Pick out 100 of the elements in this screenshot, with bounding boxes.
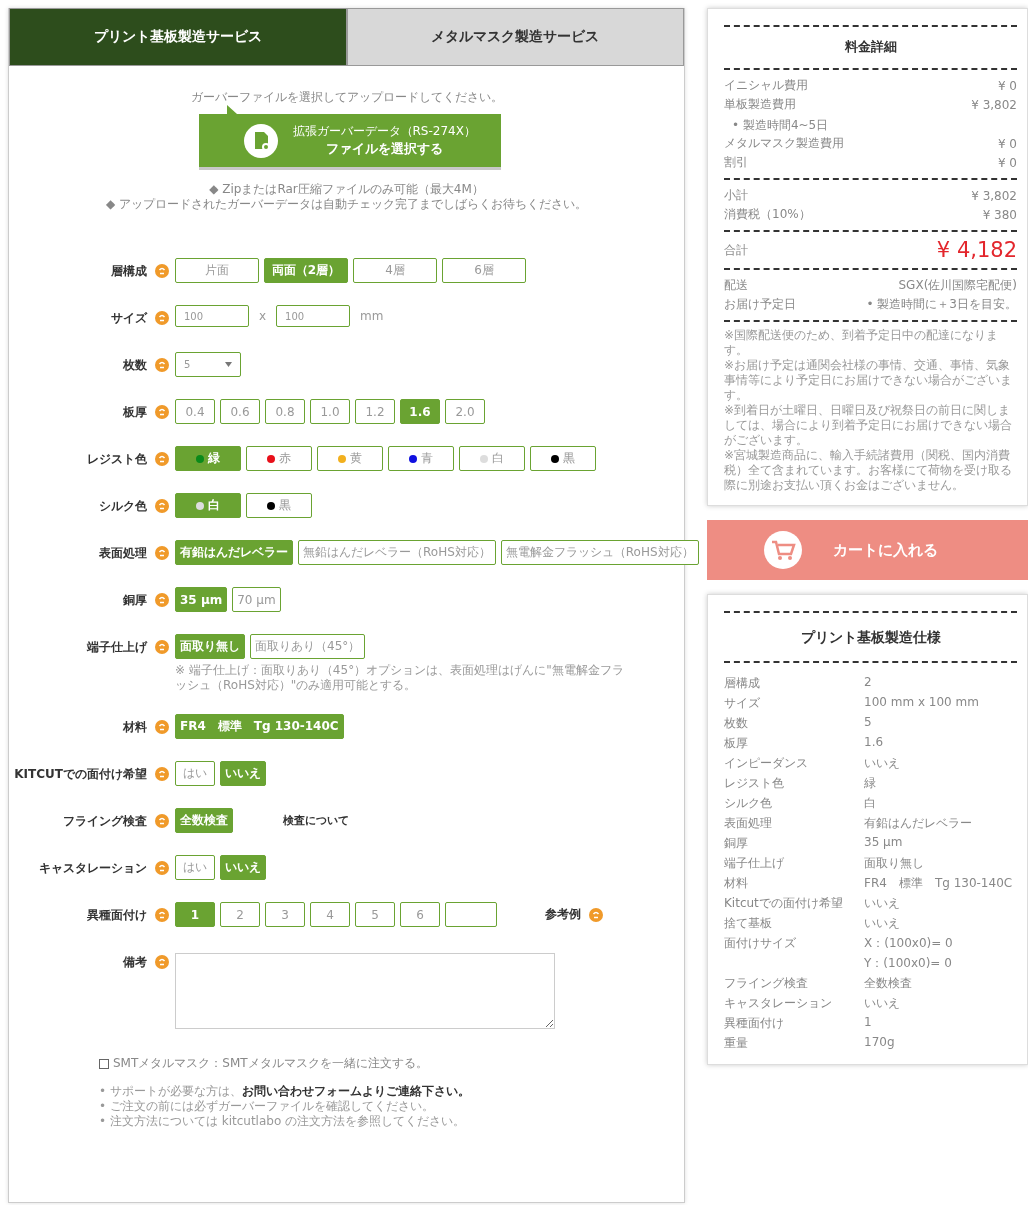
option-button[interactable]: 両面（2層）: [264, 258, 348, 283]
option-button[interactable]: いいえ: [220, 855, 266, 880]
spec-label: 重量: [724, 1035, 749, 1052]
option-button[interactable]: 1.0: [310, 399, 350, 424]
card-title: プリント基板製造仕様: [799, 629, 942, 647]
field-label: 枚数: [123, 356, 147, 374]
help-icon[interactable]: [155, 955, 169, 969]
option-button[interactable]: 白: [175, 493, 241, 518]
option-button[interactable]: 2.0: [445, 399, 485, 424]
reference-label: 参考例: [545, 906, 581, 923]
option-button[interactable]: 0.6: [220, 399, 260, 424]
option-button[interactable]: 赤: [246, 446, 312, 471]
option-button[interactable]: 6層: [442, 258, 526, 283]
spec-label: 端子仕上げ: [724, 855, 785, 872]
help-icon[interactable]: [155, 499, 169, 513]
spec-value: 100 mm x 100 mm: [864, 695, 980, 711]
option-button[interactable]: FR4 標準 Tg 130-140C: [175, 714, 344, 739]
spec-value: X：(100x0)= 0: [864, 935, 954, 952]
option-button[interactable]: 0.4: [175, 399, 215, 424]
field-label: 層構成: [111, 262, 147, 280]
option-button[interactable]: はい: [175, 855, 215, 880]
option-button[interactable]: 片面: [175, 258, 259, 283]
service-tab[interactable]: メタルマスク製造サービス: [346, 8, 684, 66]
help-icon[interactable]: [155, 405, 169, 419]
spec-label: 銅厚: [724, 835, 749, 852]
help-icon[interactable]: [589, 907, 603, 922]
help-icon[interactable]: [155, 546, 169, 560]
custom-count-field[interactable]: [445, 902, 497, 927]
option-button[interactable]: 1.6: [400, 399, 440, 424]
help-icon[interactable]: [155, 264, 169, 278]
spec-value: いいえ: [864, 995, 901, 1012]
option-button[interactable]: 青: [388, 446, 454, 471]
spec-value: いいえ: [864, 915, 901, 932]
option-button[interactable]: 5: [355, 902, 395, 927]
option-button[interactable]: 無鉛はんだレベラー（RoHS対応）: [298, 540, 496, 565]
spec-value: 緑: [864, 775, 877, 792]
spec-label: シルク色: [724, 795, 773, 812]
width-field[interactable]: 100: [175, 305, 249, 327]
option-button[interactable]: 面取り無し: [175, 634, 245, 659]
help-icon[interactable]: [155, 452, 169, 466]
option-button[interactable]: 3: [265, 902, 305, 927]
option-button[interactable]: はい: [175, 761, 215, 786]
option-button[interactable]: 1.2: [355, 399, 395, 424]
option-button[interactable]: 0.8: [265, 399, 305, 424]
height-field[interactable]: 100: [276, 305, 351, 327]
option-button[interactable]: 面取りあり（45°）: [250, 634, 366, 659]
option-button[interactable]: 1: [175, 902, 215, 927]
smt-checkbox[interactable]: SMTメタルマスク：SMTメタルマスクを一緒に注文する。: [99, 1055, 684, 1072]
spec-label: 枚数: [724, 715, 749, 732]
option-button[interactable]: 6: [400, 902, 440, 927]
spec-label: 層構成: [724, 675, 761, 692]
spec-value: 170g: [864, 1035, 896, 1051]
help-icon[interactable]: [155, 814, 169, 828]
help-icon[interactable]: [155, 358, 169, 372]
inspection-link[interactable]: 検査について: [283, 813, 349, 828]
remarks-field[interactable]: [175, 953, 555, 1029]
option-button[interactable]: 全数検査: [175, 808, 233, 833]
option-button[interactable]: 2: [220, 902, 260, 927]
option-button[interactable]: 無電解金フラッシュ（RoHS対応）: [500, 540, 699, 565]
help-icon[interactable]: [155, 311, 169, 325]
price-value: • 製造時間に＋3日を目安。: [866, 296, 1017, 313]
note-text: ※ 端子仕上げ：面取りあり（45°）オプションは、表面処理はげんに"無電解金フラッシュ（RoHS対応）"のみ適用可能とする。: [175, 663, 625, 693]
spec-value: 白: [864, 795, 877, 812]
times-sign: x: [259, 309, 267, 323]
help-icon[interactable]: [155, 593, 169, 607]
info-item: • ご注文の前には必ずガーバーファイルを確認してください。: [99, 1099, 435, 1114]
price-note: ※国際配送便のため、到着予定日中の配達になります。: [724, 328, 1000, 358]
option-button[interactable]: 70 μm: [232, 587, 281, 612]
spec-label: 異種面付け: [724, 1015, 785, 1032]
option-button[interactable]: 有鉛はんだレベラー: [175, 540, 293, 565]
spec-label: 面付けサイズ: [724, 935, 797, 952]
option-button[interactable]: 黒: [246, 493, 312, 518]
field-label: 表面処理: [99, 544, 147, 562]
option-button[interactable]: 4層: [353, 258, 437, 283]
quantity-select[interactable]: 5: [175, 352, 241, 377]
option-button[interactable]: 緑: [175, 446, 241, 471]
price-note: ※宮城製造商品に、輸入手続諸費用（関税、国内消費税）全て含まれています。お客様にて荷物を受け取る際に別途お支払い頂くお金はございません。: [724, 448, 1013, 493]
field-label: 異種面付け: [87, 906, 147, 924]
price-note: ※お届け予定は通関会社様の事情、交通、事情、気象事情等により予定日にお届けできない場合がございます。: [724, 358, 1013, 403]
help-icon[interactable]: [155, 720, 169, 734]
info-item: • 注文方法については kitcutlabo の注文方法を参照してください。: [99, 1114, 467, 1129]
field-label: フライング検査: [63, 812, 147, 830]
option-button[interactable]: 黄: [317, 446, 383, 471]
option-button[interactable]: 4: [310, 902, 350, 927]
help-icon[interactable]: [155, 767, 169, 781]
upload-prompt: ガーバーファイルを選択してアップロードしてください。: [190, 90, 503, 105]
price-note: ※到着日が土曜日、日曜日及び祝祭日の前日に関しましては、場合により到着予定日にお届けできない場合がございます。: [724, 403, 1013, 448]
option-button[interactable]: いいえ: [220, 761, 266, 786]
help-icon[interactable]: [155, 640, 169, 654]
option-button[interactable]: 35 μm: [175, 587, 228, 612]
option-button[interactable]: 白: [459, 446, 525, 471]
help-icon[interactable]: [155, 908, 169, 922]
option-button[interactable]: 黒: [530, 446, 596, 471]
spec-label: フライング検査: [724, 975, 809, 992]
file-select-button[interactable]: 拡張ガーバーデータ（RS-274X） ファイルを選択する: [198, 114, 501, 170]
service-tab[interactable]: プリント基板製造サービス: [9, 8, 347, 66]
spec-value: いいえ: [864, 755, 901, 772]
add-to-cart-button[interactable]: カートに入れる: [707, 520, 1028, 580]
field-label: サイズ: [111, 309, 147, 327]
help-icon[interactable]: [155, 861, 169, 875]
